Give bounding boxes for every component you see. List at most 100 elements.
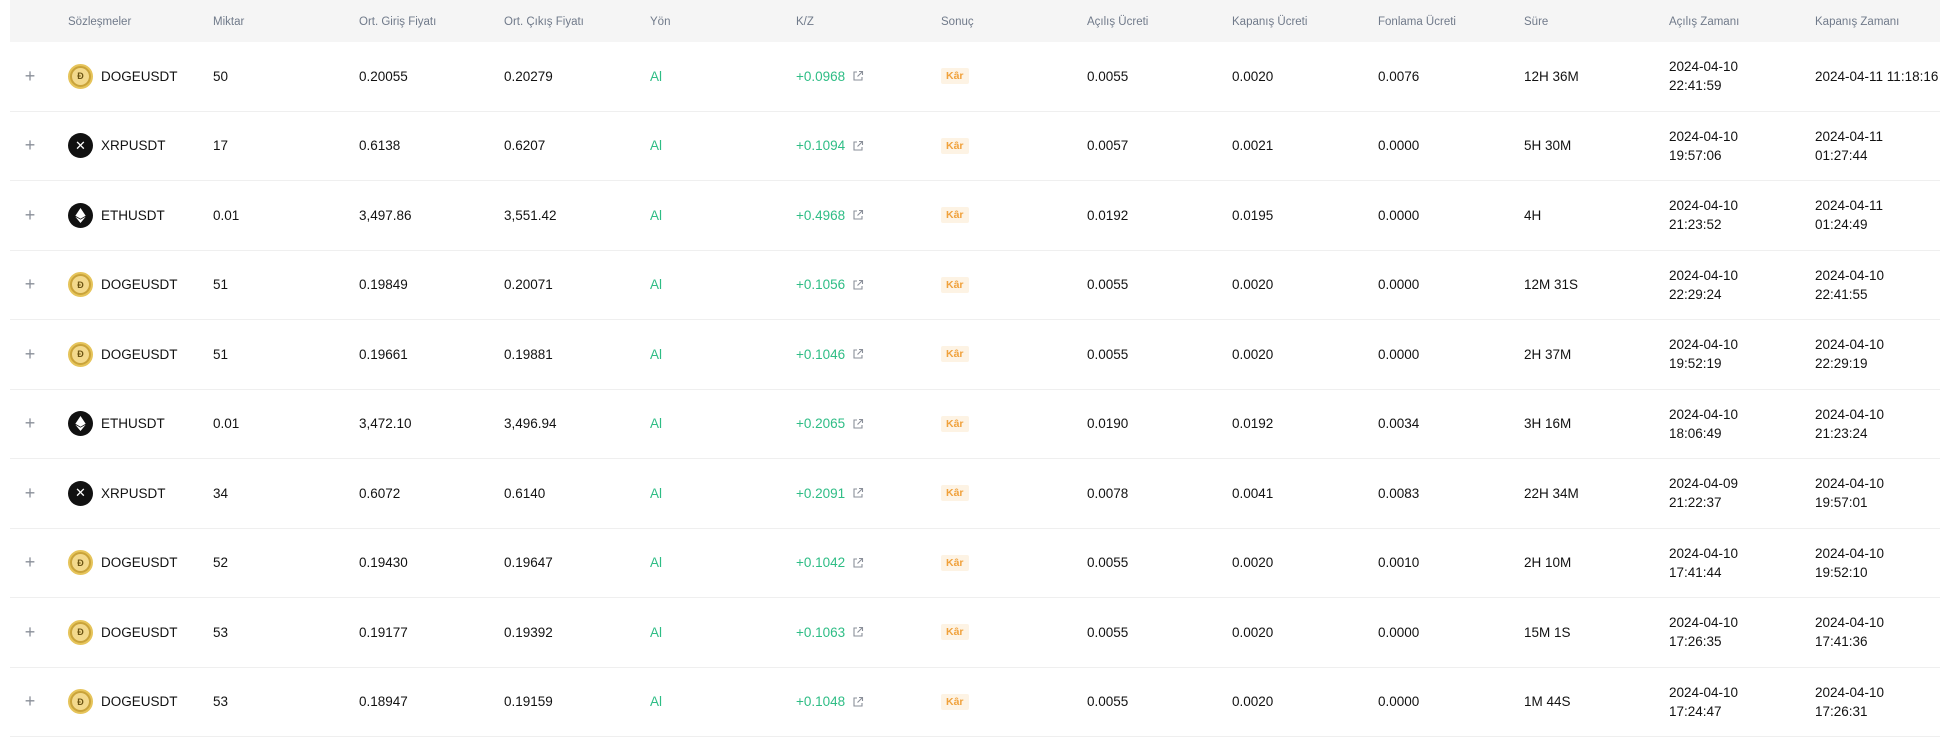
close-clock: 17:41:36 xyxy=(1815,634,1868,650)
contract-cell[interactable]: Ð DOGEUSDT xyxy=(68,668,178,737)
open-clock: 17:24:47 xyxy=(1669,703,1722,719)
header-exit-price[interactable]: Ort. Çıkış Fiyatı xyxy=(504,0,584,42)
side-cell: Al xyxy=(650,277,663,293)
expand-plus-icon[interactable]: + xyxy=(10,459,50,528)
contract-cell[interactable]: ETHUSDT xyxy=(68,181,165,250)
pnl-value: +0.1063 xyxy=(796,624,846,640)
pnl-cell: +0.1048 xyxy=(796,668,864,737)
open-clock: 17:26:35 xyxy=(1669,634,1722,650)
pnl-cell: +0.1046 xyxy=(796,320,864,389)
open-date: 2024-04-10 xyxy=(1669,59,1739,75)
share-external-link-icon[interactable] xyxy=(852,626,864,638)
open-fee-cell: 0.0078 xyxy=(1087,485,1129,501)
contract-cell[interactable]: ✕ XRPUSDT xyxy=(68,459,166,528)
contract-cell[interactable]: Ð DOGEUSDT xyxy=(68,320,178,389)
share-external-link-icon[interactable] xyxy=(852,209,864,221)
result-badge: Kâr xyxy=(941,276,969,293)
open-fee-cell: 0.0055 xyxy=(1087,68,1129,84)
duration-cell: 12H 36M xyxy=(1524,68,1579,84)
share-external-link-icon[interactable] xyxy=(852,487,864,499)
contract-cell[interactable]: ETHUSDT xyxy=(68,390,165,459)
header-contract[interactable]: Sözleşmeler xyxy=(68,0,131,42)
open-fee-cell: 0.0192 xyxy=(1087,207,1129,223)
header-open-time[interactable]: Açılış Zamanı xyxy=(1669,0,1739,42)
close-fee-cell: 0.0020 xyxy=(1232,624,1274,640)
exit-price-cell: 3,496.94 xyxy=(504,416,557,432)
doge-icon: Ð xyxy=(68,272,93,298)
side-cell: Al xyxy=(650,207,663,223)
close-fee-cell: 0.0020 xyxy=(1232,694,1274,710)
pnl-cell: +0.4968 xyxy=(796,181,864,250)
expand-plus-icon[interactable]: + xyxy=(10,598,50,667)
expand-plus-icon[interactable]: + xyxy=(10,42,50,111)
open-clock: 19:52:19 xyxy=(1669,356,1722,372)
contract-cell[interactable]: Ð DOGEUSDT xyxy=(68,598,178,667)
header-side[interactable]: Yön xyxy=(650,0,670,42)
close-fee-cell: 0.0021 xyxy=(1232,138,1274,154)
share-external-link-icon[interactable] xyxy=(852,70,864,82)
header-close-fee[interactable]: Kapanış Ücreti xyxy=(1232,0,1307,42)
pnl-value: +0.1048 xyxy=(796,694,846,710)
duration-cell: 22H 34M xyxy=(1524,485,1579,501)
side-cell: Al xyxy=(650,694,663,710)
pnl-cell: +0.1056 xyxy=(796,251,864,320)
result-cell: Kâr xyxy=(941,251,969,320)
header-close-time[interactable]: Kapanış Zamanı xyxy=(1815,0,1899,42)
close-time-cell: 2024-04-10 17:26:31 xyxy=(1815,668,1884,737)
contract-cell[interactable]: Ð DOGEUSDT xyxy=(68,251,178,320)
contract-cell[interactable]: ✕ XRPUSDT xyxy=(68,112,166,181)
share-external-link-icon[interactable] xyxy=(852,696,864,708)
open-fee-cell: 0.0190 xyxy=(1087,416,1129,432)
funding-fee-cell: 0.0000 xyxy=(1378,138,1420,154)
expand-plus-icon[interactable]: + xyxy=(10,390,50,459)
table-row: + ✕ XRPUSDT 17 0.6138 0.6207 Al +0.1094 … xyxy=(10,112,1940,181)
entry-price-cell: 0.6138 xyxy=(359,138,401,154)
open-fee-cell: 0.0055 xyxy=(1087,346,1129,362)
header-entry-price[interactable]: Ort. Giriş Fiyatı xyxy=(359,0,436,42)
close-time-cell: 2024-04-10 19:57:01 xyxy=(1815,459,1884,528)
entry-price-cell: 0.20055 xyxy=(359,68,408,84)
expand-plus-icon[interactable]: + xyxy=(10,181,50,250)
expand-plus-icon[interactable]: + xyxy=(10,668,50,737)
close-date: 2024-04-10 xyxy=(1815,267,1885,283)
contract-cell[interactable]: Ð DOGEUSDT xyxy=(68,42,178,111)
funding-fee-cell: 0.0083 xyxy=(1378,485,1420,501)
side-cell: Al xyxy=(650,68,663,84)
open-date: 2024-04-10 xyxy=(1669,406,1739,422)
pnl-value: +0.2065 xyxy=(796,416,846,432)
duration-cell: 5H 30M xyxy=(1524,138,1572,154)
header-duration[interactable]: Süre xyxy=(1524,0,1548,42)
expand-plus-icon[interactable]: + xyxy=(10,112,50,181)
close-fee-cell: 0.0041 xyxy=(1232,485,1274,501)
header-result[interactable]: Sonuç xyxy=(941,0,974,42)
result-cell: Kâr xyxy=(941,459,969,528)
open-time-cell: 2024-04-10 18:06:49 xyxy=(1669,390,1738,459)
expand-plus-icon[interactable]: + xyxy=(10,320,50,389)
expand-plus-icon[interactable]: + xyxy=(10,529,50,598)
header-qty[interactable]: Miktar xyxy=(213,0,244,42)
share-external-link-icon[interactable] xyxy=(852,279,864,291)
side-cell: Al xyxy=(650,416,663,432)
close-fee-cell: 0.0192 xyxy=(1232,416,1274,432)
share-external-link-icon[interactable] xyxy=(852,418,864,430)
share-external-link-icon[interactable] xyxy=(852,348,864,360)
share-external-link-icon[interactable] xyxy=(852,557,864,569)
contract-cell[interactable]: Ð DOGEUSDT xyxy=(68,529,178,598)
close-time-cell: 2024-04-11 01:27:44 xyxy=(1815,112,1883,181)
close-date: 2024-04-11 xyxy=(1815,198,1884,214)
side-cell: Al xyxy=(650,624,663,640)
open-time-cell: 2024-04-10 17:41:44 xyxy=(1669,529,1738,598)
pnl-value: +0.1094 xyxy=(796,138,846,154)
qty-cell: 17 xyxy=(213,138,229,154)
doge-icon: Ð xyxy=(68,63,93,89)
contract-symbol: XRPUSDT xyxy=(101,138,166,154)
entry-price-cell: 3,497.86 xyxy=(359,207,412,223)
funding-fee-cell: 0.0010 xyxy=(1378,555,1420,571)
open-clock: 18:06:49 xyxy=(1669,425,1722,441)
share-external-link-icon[interactable] xyxy=(852,140,864,152)
expand-plus-icon[interactable]: + xyxy=(10,251,50,320)
header-funding-fee[interactable]: Fonlama Ücreti xyxy=(1378,0,1456,42)
result-cell: Kâr xyxy=(941,42,969,111)
header-open-fee[interactable]: Açılış Ücreti xyxy=(1087,0,1148,42)
header-pnl[interactable]: K/Z xyxy=(796,0,814,42)
